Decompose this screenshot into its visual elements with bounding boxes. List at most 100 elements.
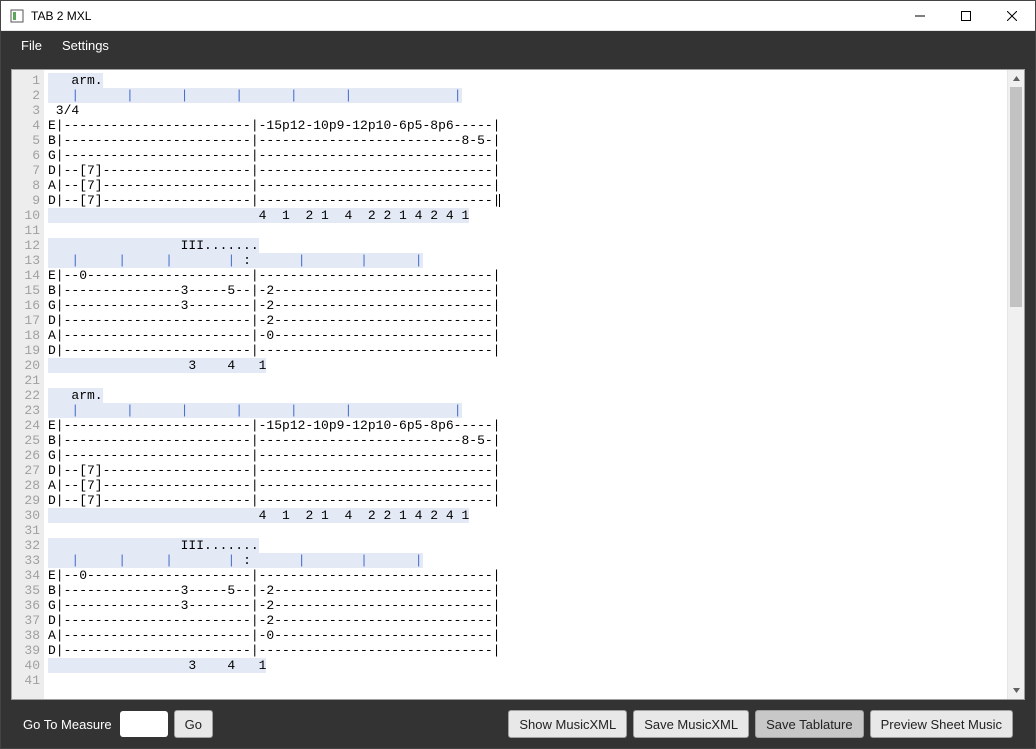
code-line: A|--[7]-------------------|-------------… (48, 478, 1007, 493)
code-line: | | | | | | | (48, 88, 1007, 103)
code-line: G|---------------3--------|-2-----------… (48, 598, 1007, 613)
line-number: 29 (12, 493, 44, 508)
line-number: 22 (12, 388, 44, 403)
line-number: 24 (12, 418, 44, 433)
code-line: | | | | | | | (48, 403, 1007, 418)
line-number: 26 (12, 448, 44, 463)
maximize-button[interactable] (943, 1, 989, 31)
line-number: 9 (12, 193, 44, 208)
line-number: 36 (12, 598, 44, 613)
line-number: 8 (12, 178, 44, 193)
menu-file[interactable]: File (11, 33, 52, 58)
go-button[interactable]: Go (174, 710, 213, 738)
code-line: D|--[7]-------------------|-------------… (48, 493, 1007, 508)
vertical-scrollbar[interactable] (1007, 70, 1024, 699)
code-line: | | | | : | | | (48, 253, 1007, 268)
line-number: 23 (12, 403, 44, 418)
scroll-up-icon[interactable] (1008, 70, 1024, 87)
line-number: 40 (12, 658, 44, 673)
scroll-down-icon[interactable] (1008, 682, 1024, 699)
line-number: 32 (12, 538, 44, 553)
line-number: 17 (12, 313, 44, 328)
line-number: 2 (12, 88, 44, 103)
code-line: B|---------------3-----5--|-2-----------… (48, 283, 1007, 298)
line-number: 25 (12, 433, 44, 448)
code-line: D|------------------------|-2-----------… (48, 313, 1007, 328)
window-title: TAB 2 MXL (31, 9, 91, 23)
line-number: 35 (12, 583, 44, 598)
menu-settings[interactable]: Settings (52, 33, 119, 58)
line-number: 41 (12, 673, 44, 688)
code-line: D|--[7]-------------------|-------------… (48, 463, 1007, 478)
line-number: 12 (12, 238, 44, 253)
line-number: 28 (12, 478, 44, 493)
save-tablature-button[interactable]: Save Tablature (755, 710, 864, 738)
code-line: A|--[7]-------------------|-------------… (48, 178, 1007, 193)
code-line: arm. (48, 388, 1007, 403)
menubar: File Settings (1, 31, 1035, 59)
code-line: III....... (48, 538, 1007, 553)
line-number: 10 (12, 208, 44, 223)
line-gutter: 1234567891011121314151617181920212223242… (12, 70, 44, 699)
minimize-button[interactable] (897, 1, 943, 31)
line-number: 27 (12, 463, 44, 478)
code-line: G|------------------------|-------------… (48, 448, 1007, 463)
line-number: 13 (12, 253, 44, 268)
code-line: D|--[7]-------------------|-------------… (48, 163, 1007, 178)
code-line: E|--0---------------------|-------------… (48, 268, 1007, 283)
line-number: 30 (12, 508, 44, 523)
preview-sheet-music-button[interactable]: Preview Sheet Music (870, 710, 1013, 738)
code-line: 3 4 1 (48, 358, 1007, 373)
app-window: TAB 2 MXL File Settings 1234567891011121… (0, 0, 1036, 749)
scroll-track[interactable] (1008, 87, 1024, 682)
editor[interactable]: 1234567891011121314151617181920212223242… (11, 69, 1025, 700)
line-number: 1 (12, 73, 44, 88)
line-number: 4 (12, 118, 44, 133)
code-line: D|------------------------|-2-----------… (48, 613, 1007, 628)
code-line: E|------------------------|-15p12-10p9-1… (48, 418, 1007, 433)
app-icon (9, 8, 25, 24)
code-line: III....... (48, 238, 1007, 253)
close-button[interactable] (989, 1, 1035, 31)
line-number: 38 (12, 628, 44, 643)
line-number: 20 (12, 358, 44, 373)
code-line: 3/4 (48, 103, 1007, 118)
code-line: 4 1 2 1 4 2 2 1 4 2 4 1 (48, 208, 1007, 223)
code-line: 4 1 2 1 4 2 2 1 4 2 4 1 (48, 508, 1007, 523)
line-number: 16 (12, 298, 44, 313)
content: 1234567891011121314151617181920212223242… (1, 59, 1035, 748)
scroll-thumb[interactable] (1010, 87, 1022, 307)
code-line (48, 223, 1007, 238)
code-line: arm. (48, 73, 1007, 88)
code-line: 3 4 1 (48, 658, 1007, 673)
line-number: 33 (12, 553, 44, 568)
save-musicxml-button[interactable]: Save MusicXML (633, 710, 749, 738)
line-number: 34 (12, 568, 44, 583)
line-number: 31 (12, 523, 44, 538)
titlebar: TAB 2 MXL (1, 1, 1035, 31)
line-number: 6 (12, 148, 44, 163)
line-number: 5 (12, 133, 44, 148)
code-line: G|---------------3--------|-2-----------… (48, 298, 1007, 313)
line-number: 39 (12, 643, 44, 658)
line-number: 19 (12, 343, 44, 358)
code-line: D|------------------------|-------------… (48, 343, 1007, 358)
show-musicxml-button[interactable]: Show MusicXML (508, 710, 627, 738)
line-number: 7 (12, 163, 44, 178)
goto-input[interactable] (120, 711, 168, 737)
code-area[interactable]: arm. | | | | | | | 3/4E|----------------… (44, 70, 1007, 699)
code-line: B|------------------------|-------------… (48, 433, 1007, 448)
code-line: B|------------------------|-------------… (48, 133, 1007, 148)
code-line: D|------------------------|-------------… (48, 643, 1007, 658)
code-line: | | | | : | | | (48, 553, 1007, 568)
code-line: E|--0---------------------|-------------… (48, 568, 1007, 583)
line-number: 3 (12, 103, 44, 118)
code-line (48, 523, 1007, 538)
goto-label: Go To Measure (23, 717, 112, 732)
code-line: D|--[7]-------------------|-------------… (48, 193, 1007, 208)
code-line: G|------------------------|-------------… (48, 148, 1007, 163)
bottombar: Go To Measure Go Show MusicXML Save Musi… (11, 700, 1025, 748)
line-number: 18 (12, 328, 44, 343)
line-number: 11 (12, 223, 44, 238)
code-line: E|------------------------|-15p12-10p9-1… (48, 118, 1007, 133)
